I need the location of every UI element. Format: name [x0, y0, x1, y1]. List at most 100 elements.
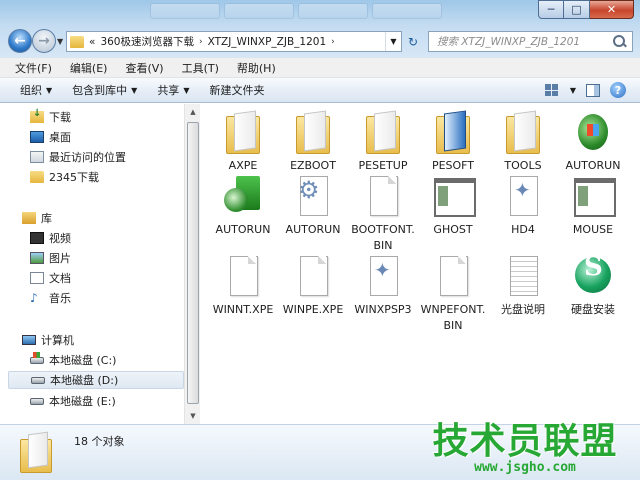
nav-label: 本地磁盘 (C:) — [49, 354, 117, 367]
nav-item-drive-e[interactable]: 本地磁盘 (E:) — [30, 392, 116, 410]
file-item-hd4[interactable]: HD4 — [488, 174, 558, 238]
file-item-autorun-cfg[interactable]: AUTORUN — [278, 174, 348, 238]
maximize-button[interactable]: □ — [564, 0, 590, 19]
back-button[interactable]: ← — [8, 29, 32, 53]
breadcrumb-separator[interactable]: › — [331, 37, 335, 47]
share-button[interactable]: 共享 ▼ — [147, 82, 199, 98]
nav-item-libraries[interactable]: 库 — [22, 209, 52, 227]
file-name: AUTORUN — [215, 223, 271, 236]
file-name: WINNT.XPE — [212, 303, 274, 316]
file-name: 硬盘安装 — [571, 303, 615, 316]
nav-item-pictures[interactable]: 图片 — [30, 249, 71, 267]
menu-help[interactable]: 帮助(H) — [228, 60, 285, 76]
close-button[interactable]: ✕ — [590, 0, 634, 19]
library-icon — [22, 212, 36, 224]
back-arrow-icon: ← — [14, 33, 26, 49]
file-item-bootfont[interactable]: BOOTFONT.BIN — [348, 174, 418, 254]
documents-library-icon — [30, 272, 44, 284]
file-item-tools[interactable]: TOOLS — [488, 110, 558, 174]
nav-item-drive-d[interactable]: 本地磁盘 (D:) — [8, 371, 184, 389]
nav-item-2345-downloads[interactable]: 2345下载 — [30, 168, 99, 186]
file-name: PESOFT — [431, 159, 475, 172]
menu-edit[interactable]: 编辑(E) — [61, 60, 117, 76]
nav-item-desktop[interactable]: 桌面 — [30, 128, 71, 146]
scroll-up-arrow-icon[interactable]: ▲ — [185, 104, 201, 120]
preview-pane-icon[interactable] — [586, 83, 600, 97]
details-pane: 18 个对象 — [0, 424, 640, 480]
minimize-button[interactable]: ─ — [538, 0, 564, 19]
drive-icon — [30, 397, 44, 405]
search-icon[interactable] — [612, 34, 628, 50]
file-item-winnt[interactable]: WINNT.XPE — [208, 254, 278, 318]
file-list: AXPE EZBOOT PESETUP PESOFT TOOLS AUTORUN… — [201, 104, 640, 424]
folder-icon — [502, 110, 544, 154]
nav-label: 库 — [41, 212, 52, 225]
file-item-autorun-inf[interactable]: AUTORUN — [208, 174, 278, 238]
pictures-library-icon — [30, 252, 44, 264]
nav-item-downloads[interactable]: 下载 — [30, 108, 71, 126]
file-name: WINXPSP3 — [354, 303, 412, 316]
file-item-pesetup[interactable]: PESETUP — [348, 110, 418, 174]
address-dropdown-icon[interactable]: ▼ — [385, 32, 401, 51]
file-name: PESETUP — [358, 159, 408, 172]
nav-item-drive-c[interactable]: 本地磁盘 (C:) — [30, 351, 116, 369]
menu-tools[interactable]: 工具(T) — [173, 60, 228, 76]
file-item-axpe[interactable]: AXPE — [208, 110, 278, 174]
file-item-mouse[interactable]: MOUSE — [558, 174, 628, 238]
breadcrumb-segment[interactable]: XTZJ_WINXP_ZJB_1201 — [208, 36, 327, 48]
text-file-icon — [502, 254, 544, 298]
nav-item-music[interactable]: ♪ 音乐 — [30, 289, 71, 307]
music-library-icon: ♪ — [30, 291, 38, 305]
breadcrumb-separator[interactable]: › — [199, 37, 203, 47]
address-bar[interactable]: « 360极速浏览器下载 › XTZJ_WINXP_ZJB_1201 › ▼ — [66, 31, 402, 52]
file-item-ghost[interactable]: GHOST — [418, 174, 488, 238]
refresh-button[interactable]: ↻ — [403, 31, 423, 52]
search-box[interactable]: 搜索 XTZJ_WINXP_ZJB_1201 — [428, 31, 633, 52]
menu-file[interactable]: 文件(F) — [6, 60, 61, 76]
organize-button[interactable]: 组织 ▼ — [10, 82, 62, 98]
recent-pages-dropdown[interactable]: ▼ — [57, 37, 63, 46]
background-taskbar-ghost — [150, 3, 442, 23]
blank-file-icon — [362, 174, 404, 218]
nav-item-recent-places[interactable]: 最近访问的位置 — [30, 148, 126, 166]
nav-scrollbar[interactable]: ▲ ▼ — [184, 104, 200, 424]
nav-label: 最近访问的位置 — [49, 151, 126, 164]
desktop-icon — [30, 131, 44, 143]
nav-item-computer[interactable]: 计算机 — [22, 331, 74, 349]
forward-button[interactable]: → — [32, 29, 56, 53]
nav-item-documents[interactable]: 文档 — [30, 269, 71, 287]
file-item-wnpefont[interactable]: WNPEFONT.BIN — [418, 254, 488, 334]
file-name: AUTORUN — [285, 223, 341, 236]
include-in-library-label: 包含到库中 — [72, 84, 128, 97]
address-overflow-chevron[interactable]: « — [89, 36, 95, 48]
breadcrumb-segment[interactable]: 360极速浏览器下载 — [100, 34, 194, 49]
new-folder-button[interactable]: 新建文件夹 — [199, 82, 274, 98]
folder-download-icon — [30, 108, 44, 123]
scroll-down-arrow-icon[interactable]: ▼ — [185, 408, 201, 424]
file-item-autorun-exe[interactable]: AUTORUN — [558, 110, 628, 174]
scrollbar-thumb[interactable] — [187, 122, 199, 404]
search-input[interactable]: 搜索 XTZJ_WINXP_ZJB_1201 — [437, 34, 612, 49]
file-name: TOOLS — [504, 159, 542, 172]
file-item-winpe[interactable]: WINPE.XPE — [278, 254, 348, 318]
view-options-dropdown[interactable]: ▼ — [570, 86, 576, 95]
new-folder-label: 新建文件夹 — [209, 84, 265, 97]
ghost-tab — [372, 3, 442, 19]
file-item-disc-readme[interactable]: 光盘说明 — [488, 254, 558, 318]
file-item-hdd-install[interactable]: 硬盘安装 — [558, 254, 628, 318]
window-controls: ─ □ ✕ — [538, 0, 634, 19]
change-view-icon[interactable] — [544, 83, 560, 97]
include-in-library-button[interactable]: 包含到库中 ▼ — [62, 82, 147, 98]
view-controls: ▼ ? — [544, 82, 626, 98]
computer-icon — [22, 335, 36, 345]
shell-file-icon — [502, 174, 544, 218]
file-item-pesoft[interactable]: PESOFT — [418, 110, 488, 174]
folder-icon — [222, 110, 264, 154]
menu-view[interactable]: 查看(V) — [116, 60, 172, 76]
file-item-ezboot[interactable]: EZBOOT — [278, 110, 348, 174]
folder-icon — [292, 110, 334, 154]
nav-item-videos[interactable]: 视频 — [30, 229, 71, 247]
autorun-app-icon — [572, 110, 614, 154]
file-item-winxpsp3[interactable]: WINXPSP3 — [348, 254, 418, 318]
help-icon[interactable]: ? — [610, 82, 626, 98]
